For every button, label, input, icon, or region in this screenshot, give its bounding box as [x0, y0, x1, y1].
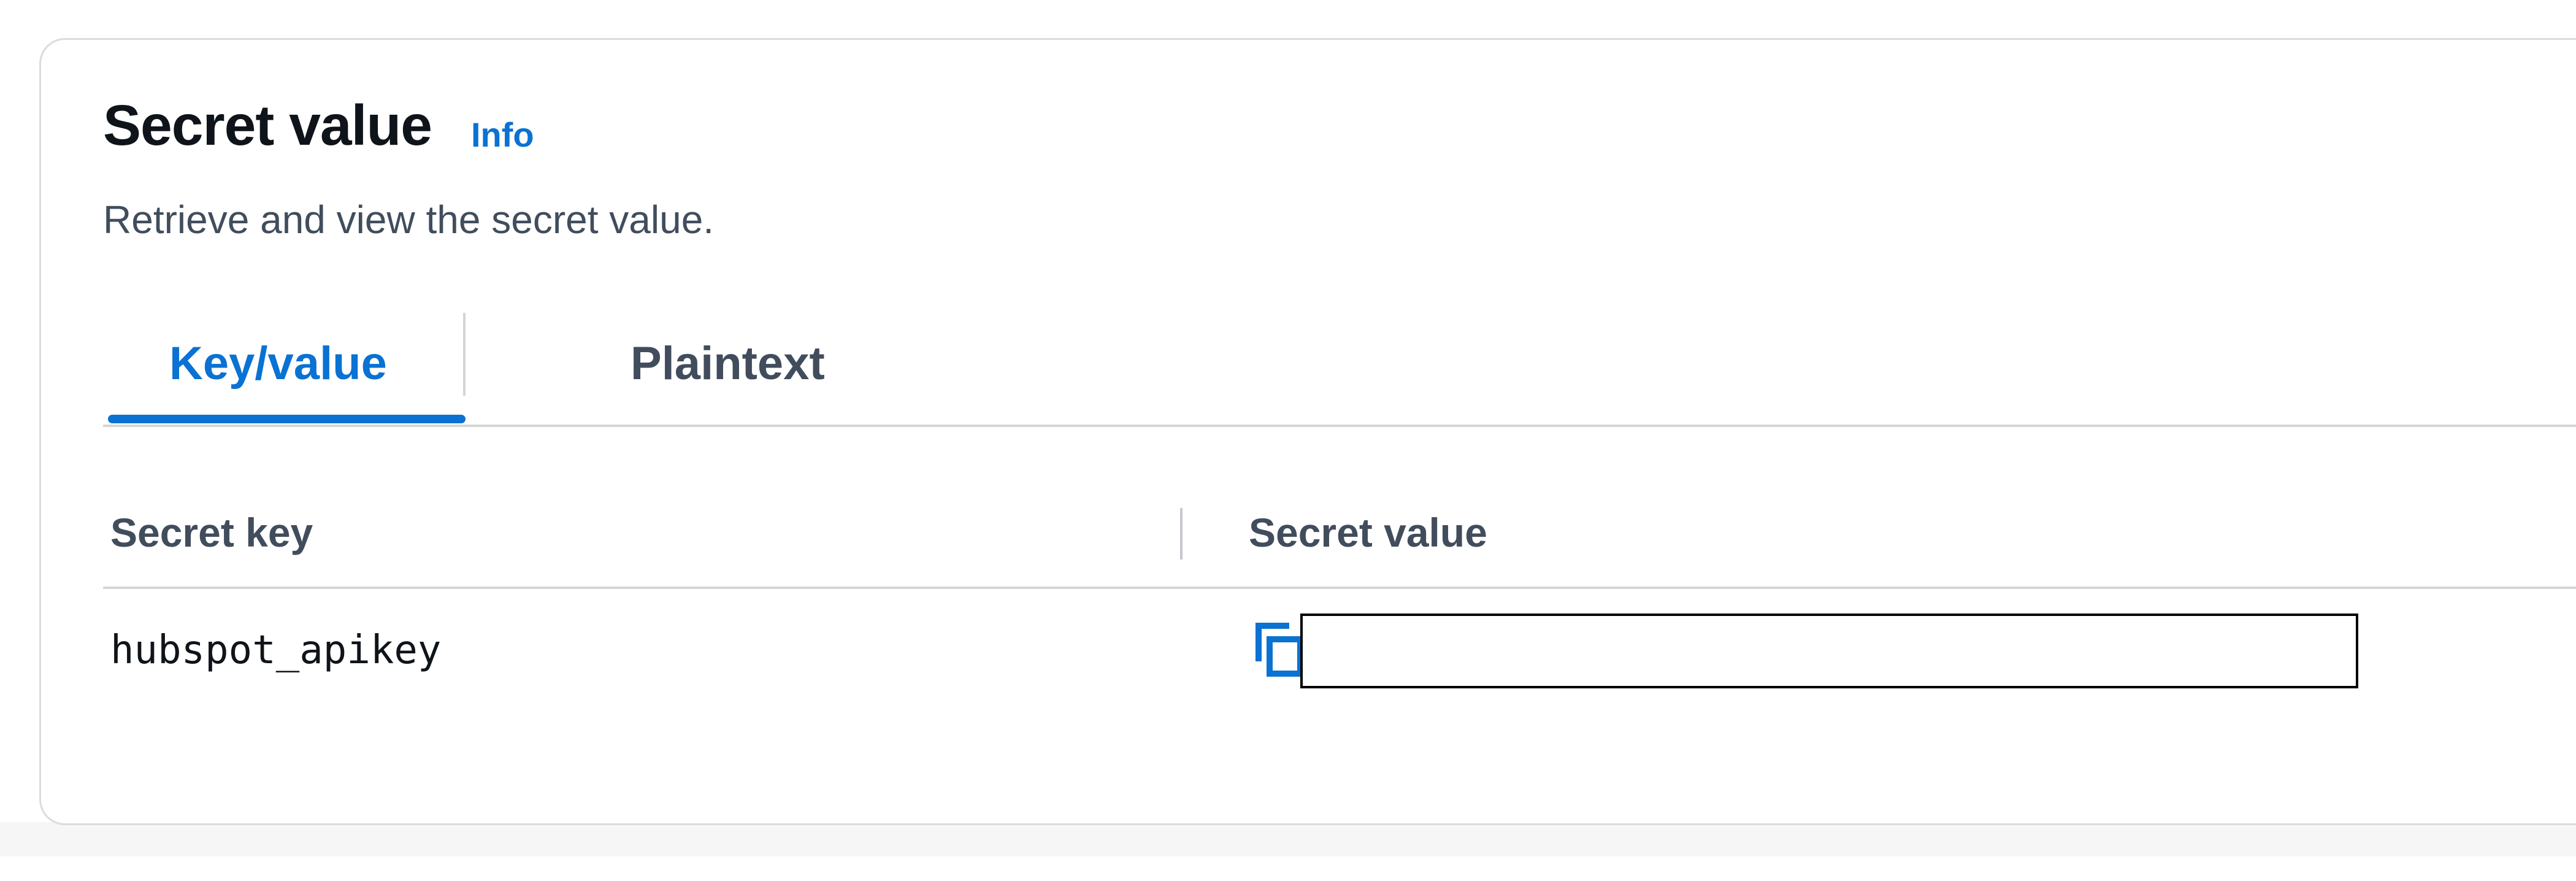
column-header-secret-key: Secret key — [110, 510, 313, 555]
panel-description: Retrieve and view the secret value. — [103, 198, 715, 242]
tab-plaintext-label: Plaintext — [631, 337, 825, 390]
copy-value-button[interactable] — [1255, 622, 1304, 677]
page-canvas: Secret value Info Retrieve and view the … — [0, 0, 2576, 881]
tab-separator — [463, 313, 466, 396]
panel-title: Secret value — [103, 93, 432, 157]
tabs-divider — [103, 425, 2576, 427]
active-tab-indicator — [108, 415, 466, 423]
column-resize-handle[interactable] — [1180, 508, 1183, 560]
secret-value-cell — [1300, 614, 2358, 688]
column-header-secret-value: Secret value — [1249, 510, 1487, 555]
table-header-divider — [103, 587, 2576, 589]
info-link[interactable]: Info — [471, 110, 534, 160]
tab-plaintext[interactable]: Plaintext — [471, 313, 825, 423]
copy-icon — [1255, 623, 1303, 677]
table-header: Secret key Secret value — [103, 503, 2576, 589]
tab-key-value[interactable]: Key/value — [108, 313, 466, 423]
tab-list: Key/value Plaintext — [103, 313, 2576, 426]
page-background — [0, 822, 2576, 856]
tab-key-value-label: Key/value — [169, 337, 387, 390]
secret-key-cell: hubspot_apikey — [110, 628, 442, 673]
